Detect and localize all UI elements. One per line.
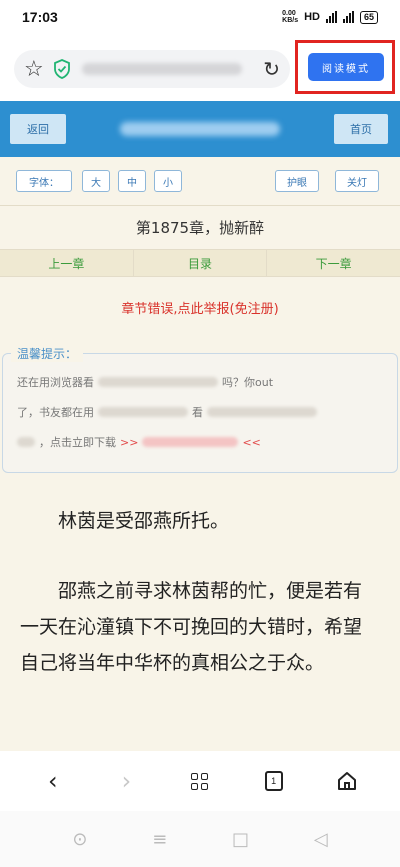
tip-line-2: 了，书友都在用 看 bbox=[17, 404, 317, 420]
toc-link[interactable]: 目录 bbox=[134, 250, 268, 276]
tabs-icon[interactable]: 1 bbox=[254, 761, 294, 801]
reader-mode-highlight: 阅读模式 bbox=[295, 40, 395, 94]
system-home-icon[interactable]: □ bbox=[232, 829, 249, 850]
chapter-nav: 上一章 目录 下一章 bbox=[0, 249, 400, 277]
hd-icon: HD bbox=[304, 11, 320, 23]
bookmark-star-icon[interactable]: ☆ bbox=[24, 57, 44, 82]
security-shield-icon bbox=[52, 58, 72, 80]
forward-arrow-icon[interactable]: › bbox=[106, 761, 146, 801]
tip-line1-end: 吗？你out bbox=[222, 376, 274, 389]
report-error-link[interactable]: 章节错误,点此举报(免注册) bbox=[0, 277, 400, 337]
chapter-title: 第1875章，抛新醉 bbox=[0, 205, 400, 249]
status-bar: 17:03 0.00 KB/s HD 65 bbox=[0, 0, 400, 34]
address-bar[interactable]: ☆ ↻ bbox=[14, 50, 290, 88]
home-icon[interactable] bbox=[327, 761, 367, 801]
blurred-text bbox=[17, 437, 35, 447]
signal-icon bbox=[325, 11, 337, 23]
chapter-content: 林茵是受邵燕所托。 邵燕之前寻求林茵帮的忙，便是若有一天在沁潼镇下不可挽回的大错… bbox=[0, 503, 400, 681]
site-header: 返回 首页 bbox=[0, 101, 400, 157]
system-assistant-icon[interactable]: ⊙ bbox=[72, 829, 87, 850]
tip-line-1: 还在用浏览器看 吗？你out bbox=[17, 374, 273, 390]
download-arrows-right: << bbox=[242, 435, 261, 449]
next-chapter-link[interactable]: 下一章 bbox=[267, 250, 400, 276]
content-paragraph: 林茵是受邵燕所托。 bbox=[58, 510, 230, 532]
system-back-icon[interactable]: ◁ bbox=[314, 829, 328, 850]
tip-line1-start: 还在用浏览器看 bbox=[17, 376, 94, 389]
reader-mode-button[interactable]: 阅读模式 bbox=[308, 53, 384, 81]
font-size-label: 字体： bbox=[16, 170, 72, 192]
download-link-blurred[interactable] bbox=[142, 437, 239, 447]
blurred-text bbox=[207, 407, 317, 417]
tip-line2-mid: 看 bbox=[192, 406, 203, 419]
font-medium-button[interactable]: 中 bbox=[118, 170, 146, 192]
browser-bottom-nav: ‹ › 1 bbox=[0, 751, 400, 811]
prev-chapter-link[interactable]: 上一章 bbox=[0, 250, 134, 276]
status-time: 17:03 bbox=[22, 9, 58, 25]
back-button[interactable]: 返回 bbox=[10, 114, 66, 144]
battery-icon: 65 bbox=[359, 10, 378, 24]
content-paragraph: 邵燕之前寻求林茵帮的忙，便是若有一天在沁潼镇下不可挽回的大错时，希望自己将当年中… bbox=[20, 580, 363, 674]
net-speed: 0.00 KB/s bbox=[282, 10, 299, 24]
site-title-blurred bbox=[120, 122, 280, 136]
tip-line3-start: ，点击立即下载 bbox=[39, 436, 116, 449]
download-arrows-left: >> bbox=[120, 435, 139, 449]
menu-grid-icon[interactable] bbox=[180, 761, 220, 801]
browser-address-row: ☆ ↻ 阅读模式 bbox=[0, 40, 400, 98]
system-nav-bar: ⊙ ≡ □ ◁ bbox=[0, 811, 400, 867]
tip-line2-start: 了，书友都在用 bbox=[17, 406, 94, 419]
tip-title: 温馨提示： bbox=[11, 345, 84, 362]
tip-line-3: ，点击立即下载 >> << bbox=[17, 434, 261, 450]
system-menu-icon[interactable]: ≡ bbox=[152, 829, 167, 850]
tabs-count: 1 bbox=[264, 771, 283, 791]
web-page: 返回 首页 字体： 大 中 小 护眼 关灯 第1875章，抛新醉 上一章 目录 … bbox=[0, 101, 400, 751]
blurred-text bbox=[98, 377, 218, 387]
eye-care-button[interactable]: 护眼 bbox=[275, 170, 319, 192]
tip-box: 温馨提示： 还在用浏览器看 吗？你out 了，书友都在用 看 ，点击立即下载 >… bbox=[2, 345, 398, 473]
lights-off-button[interactable]: 关灯 bbox=[335, 170, 379, 192]
url-text-blurred bbox=[81, 63, 242, 75]
signal-icon-2 bbox=[342, 11, 354, 23]
back-arrow-icon[interactable]: ‹ bbox=[33, 761, 73, 801]
font-small-button[interactable]: 小 bbox=[154, 170, 182, 192]
status-icons: 0.00 KB/s HD 65 bbox=[282, 10, 378, 24]
blurred-text bbox=[98, 407, 188, 417]
font-large-button[interactable]: 大 bbox=[82, 170, 110, 192]
home-button[interactable]: 首页 bbox=[334, 114, 388, 144]
reading-toolbar: 字体： 大 中 小 护眼 关灯 bbox=[0, 157, 400, 205]
reload-icon[interactable]: ↻ bbox=[263, 57, 280, 81]
